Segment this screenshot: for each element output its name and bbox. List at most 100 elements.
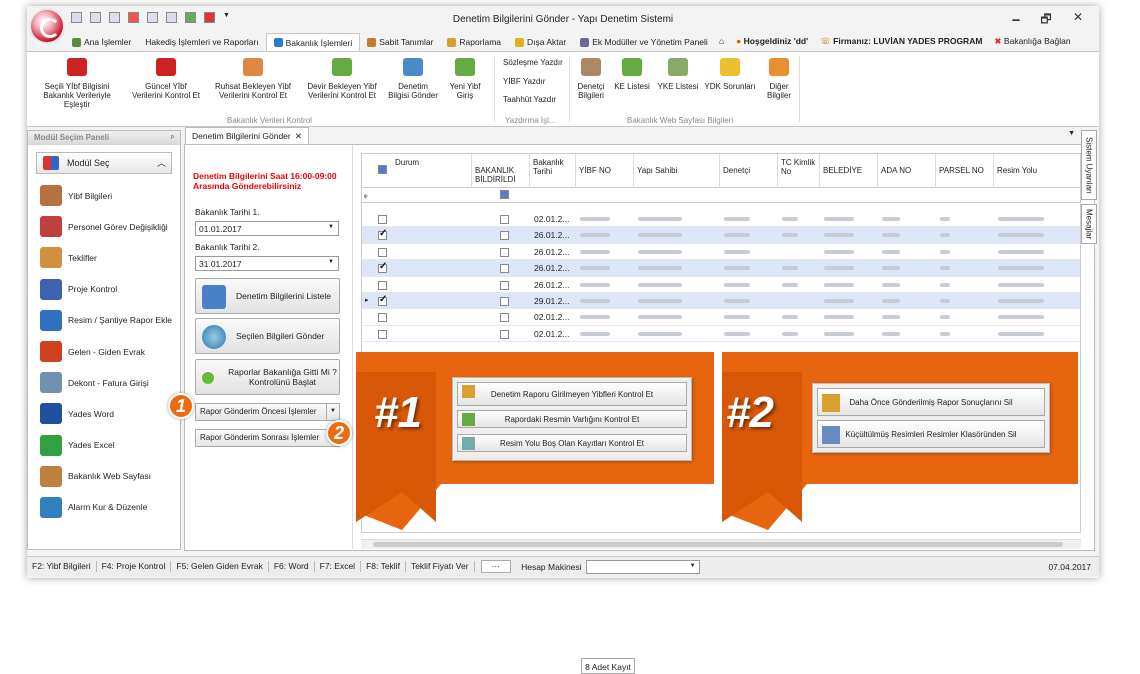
web-button-1[interactable]: KE Listesi bbox=[611, 56, 653, 91]
notified-checkbox[interactable] bbox=[500, 329, 509, 339]
more-button[interactable]: ··· bbox=[480, 560, 512, 573]
module-item-6[interactable]: Dekont - Fatura Girişi bbox=[28, 367, 180, 398]
ribbon-button-5[interactable]: Yeni Yibf Giriş bbox=[439, 56, 491, 100]
commitment-print-button[interactable]: Taahhüt Yazdır bbox=[503, 95, 556, 104]
ribbon-button-0[interactable]: Seçili Yİbf Bilgisini Bakanlık Verileriyl… bbox=[31, 56, 123, 109]
messages-tab[interactable]: Mesajlar bbox=[1081, 204, 1097, 244]
table-row[interactable]: 02.01.2... bbox=[362, 211, 1080, 228]
column-header[interactable]: Denetçi bbox=[720, 154, 778, 188]
tab-2[interactable]: Bakanlık İşlemleri bbox=[265, 33, 361, 51]
post-op-button-1[interactable]: Küçültülmüş Resimleri Resimler Klasöründ… bbox=[817, 420, 1045, 448]
shortcut-3[interactable]: F6: Word bbox=[269, 561, 315, 572]
notified-checkbox[interactable] bbox=[500, 297, 509, 306]
pre-op-button-2[interactable]: Resim Yolu Boş Olan Kayıtları Kontrol Et bbox=[457, 434, 687, 452]
shortcut-2[interactable]: F5: Gelen Giden Evrak bbox=[171, 561, 269, 572]
pre-op-button-1[interactable]: Rapordaki Resmin Varlığını Kontrol Et bbox=[457, 410, 687, 428]
table-row[interactable]: 26.01.2... bbox=[362, 227, 1080, 244]
shortcut-1[interactable]: F4: Proje Kontrol bbox=[97, 561, 172, 572]
pin-icon[interactable]: ᵖ bbox=[171, 133, 174, 142]
notified-checkbox[interactable] bbox=[500, 215, 509, 224]
table-row[interactable]: ▸ 29.01.2... bbox=[362, 293, 1080, 310]
module-item-5[interactable]: Gelen - Giden Evrak bbox=[28, 336, 180, 367]
horizontal-scrollbar[interactable] bbox=[361, 539, 1081, 549]
column-header[interactable]: Bakanlık Tarihi bbox=[530, 154, 576, 188]
row-select-checkbox[interactable] bbox=[378, 329, 387, 339]
connect-button[interactable]: ✖ Bakanlığa Bağlan bbox=[994, 36, 1070, 47]
column-header[interactable]: Resim Yolu bbox=[994, 154, 1082, 188]
row-select-checkbox[interactable] bbox=[378, 247, 387, 257]
yibf-print-button[interactable]: YİBF Yazdır bbox=[503, 77, 545, 86]
column-header[interactable]: BAKANLIK BİLDİRİLDİ bbox=[472, 154, 530, 188]
row-select-checkbox[interactable] bbox=[378, 215, 387, 224]
tab-3[interactable]: Sabit Tanımlar bbox=[360, 33, 440, 51]
table-row[interactable]: 26.01.2... bbox=[362, 260, 1080, 277]
table-row[interactable]: 02.01.2... bbox=[362, 309, 1080, 326]
select-all-checkbox[interactable] bbox=[378, 165, 387, 174]
notified-checkbox[interactable] bbox=[500, 231, 509, 241]
module-item-10[interactable]: Alarm Kur & Düzenle bbox=[28, 492, 180, 523]
module-item-9[interactable]: Bakanlık Web Sayfası bbox=[28, 461, 180, 492]
tab-0[interactable]: Ana İşlemler bbox=[65, 33, 138, 51]
tab-1[interactable]: Hakediş İşlemleri ve Raporları bbox=[138, 33, 265, 51]
filter-checkbox[interactable] bbox=[500, 190, 509, 199]
list-button[interactable]: Denetim Bilgilerini Listele bbox=[195, 278, 340, 314]
ribbon-button-4[interactable]: Denetim Bilgisi Gönder bbox=[387, 56, 439, 100]
web-button-2[interactable]: YKE Listesi bbox=[655, 56, 701, 91]
contract-print-button[interactable]: Sözleşme Yazdır bbox=[503, 58, 563, 67]
date2-picker[interactable]: 31.01.2017 bbox=[195, 256, 339, 271]
ribbon-button-3[interactable]: Devir Bekleyen Yibf Verilerini Kontrol Et bbox=[297, 56, 387, 100]
home-icon[interactable]: ⌂ bbox=[719, 36, 724, 47]
column-header[interactable]: PARSEL NO bbox=[936, 154, 994, 188]
module-item-7[interactable]: Yades Word bbox=[28, 398, 180, 429]
column-header[interactable]: ADA NO bbox=[878, 154, 936, 188]
close-button[interactable]: ✕ bbox=[1065, 10, 1091, 24]
module-item-8[interactable]: Yades Excel bbox=[28, 430, 180, 461]
table-row[interactable]: 26.01.2... bbox=[362, 277, 1080, 293]
post-op-button-0[interactable]: Daha Önce Gönderilmiş Rapor Sonuçlarını … bbox=[817, 388, 1045, 416]
post-send-operations-dropdown[interactable]: Rapor Gönderim Sonrası İşlemler bbox=[195, 429, 340, 447]
shortcut-0[interactable]: F2: Yibf Bilgileri bbox=[27, 561, 97, 572]
check-reports-button[interactable]: Raporlar Bakanlığa Gitti Mi ? Kontrolünü… bbox=[195, 359, 340, 395]
web-button-0[interactable]: Denetçi Bilgileri bbox=[573, 56, 609, 100]
send-selected-button[interactable]: Seçilen Bilgileri Gönder bbox=[195, 318, 340, 354]
column-header[interactable]: YİBF NO bbox=[576, 154, 634, 188]
web-button-4[interactable]: Diğer Bilgiler bbox=[759, 56, 799, 100]
tab-5[interactable]: Dışa Aktar bbox=[508, 33, 573, 51]
shortcut-4[interactable]: F7: Excel bbox=[315, 561, 362, 572]
module-item-1[interactable]: Personel Görev Değişikliği bbox=[28, 211, 180, 242]
column-header[interactable]: TC Kimlik No bbox=[778, 154, 820, 188]
web-button-3[interactable]: YDK Sorunları bbox=[703, 56, 757, 91]
tab-6[interactable]: Ek Modüller ve Yönetim Paneli bbox=[573, 33, 715, 51]
shortcut-5[interactable]: F8: Teklif bbox=[361, 561, 406, 572]
close-tab-icon[interactable]: ✕ bbox=[295, 131, 302, 142]
notified-checkbox[interactable] bbox=[500, 264, 509, 274]
row-select-checkbox[interactable] bbox=[378, 280, 387, 290]
tab-denetim-bilgilerini-gonder[interactable]: Denetim Bilgilerini Gönder ✕ bbox=[185, 127, 309, 144]
module-select[interactable]: Modül Seç ︿ bbox=[36, 152, 172, 174]
module-item-2[interactable]: Teklifler bbox=[28, 242, 180, 273]
row-select-checkbox[interactable] bbox=[378, 294, 387, 306]
scroll-thumb[interactable] bbox=[373, 542, 1063, 547]
table-row[interactable]: 26.01.2... bbox=[362, 244, 1080, 261]
restore-button[interactable]: 🗗 bbox=[1033, 10, 1059, 31]
notified-checkbox[interactable] bbox=[500, 313, 509, 323]
module-item-3[interactable]: Proje Kontrol bbox=[28, 274, 180, 305]
ribbon-button-1[interactable]: Güncel Yİbf Verilerini Kontrol Et bbox=[123, 56, 209, 100]
ribbon-button-2[interactable]: Ruhsat Bekleyen Yibf Verilerini Kontrol E… bbox=[209, 56, 297, 100]
system-warnings-tab[interactable]: Sistem Uyarıları bbox=[1081, 130, 1097, 200]
row-select-checkbox[interactable] bbox=[378, 313, 387, 323]
calculator-input[interactable]: ▼ bbox=[585, 559, 700, 574]
row-select-checkbox[interactable] bbox=[378, 228, 387, 241]
tab-4[interactable]: Raporlama bbox=[440, 33, 508, 51]
column-header[interactable]: BELEDİYE bbox=[820, 154, 878, 188]
pre-op-button-0[interactable]: Denetim Raporu Girilmeyen Yibfleri Kontr… bbox=[457, 382, 687, 406]
notified-checkbox[interactable] bbox=[500, 280, 509, 290]
minimize-button[interactable]: 🗕 bbox=[1003, 10, 1029, 31]
date1-picker[interactable]: 01.01.2017 bbox=[195, 221, 339, 236]
column-header[interactable]: Durum bbox=[392, 154, 472, 188]
column-header[interactable]: Yapı Sahibi bbox=[634, 154, 720, 188]
pre-send-operations-dropdown[interactable]: Rapor Gönderim Öncesi İşlemler ▼ bbox=[195, 403, 340, 421]
shortcut-6[interactable]: Teklif Fiyatı Ver bbox=[406, 561, 475, 572]
module-item-0[interactable]: Yibf Bilgileri bbox=[28, 180, 180, 211]
module-item-4[interactable]: Resim / Şantiye Rapor Ekle bbox=[28, 305, 180, 336]
